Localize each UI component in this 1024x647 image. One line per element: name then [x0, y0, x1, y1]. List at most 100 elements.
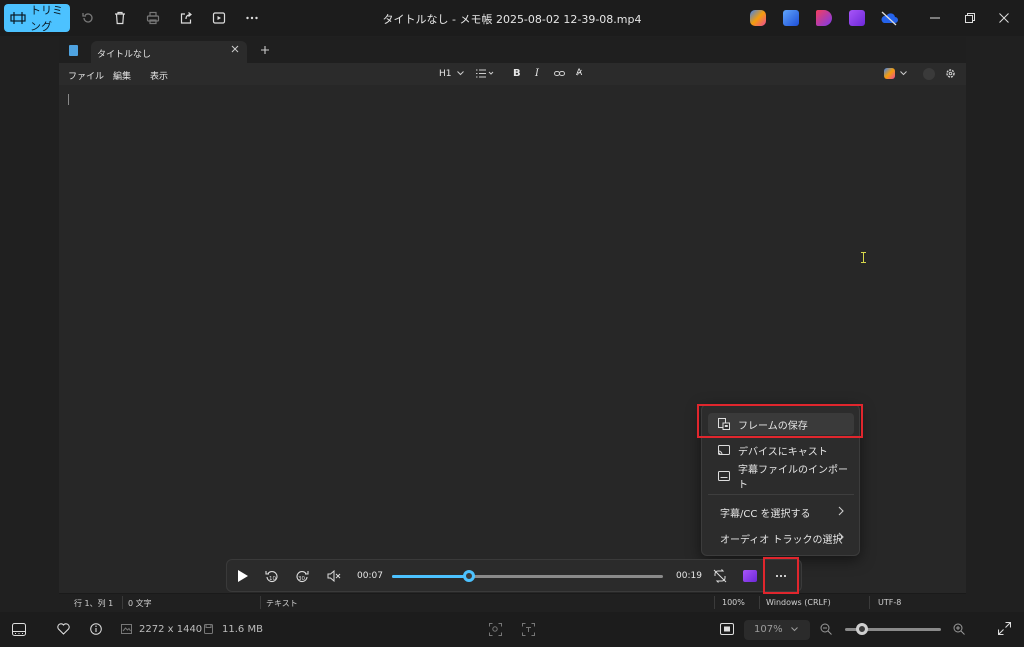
- chevron-right-icon: [838, 532, 844, 542]
- resolution-icon: [121, 624, 132, 634]
- menu-item-select-subtitles[interactable]: 字幕/CC を選択する: [708, 501, 854, 523]
- chevron-down-icon: [791, 627, 798, 632]
- bold-icon[interactable]: B: [513, 68, 521, 79]
- onedrive-icon[interactable]: [880, 10, 898, 26]
- copilot-app-icon[interactable]: [750, 10, 766, 26]
- notepad-tab-title: タイトルなし: [97, 50, 152, 60]
- favorite-icon[interactable]: [57, 623, 70, 635]
- tab-close-icon[interactable]: [231, 45, 239, 53]
- print-icon[interactable]: [142, 7, 164, 29]
- menu-view[interactable]: 表示: [150, 69, 168, 82]
- list-icon[interactable]: [476, 69, 494, 78]
- italic-icon[interactable]: I: [535, 68, 539, 79]
- link-icon[interactable]: [554, 69, 565, 78]
- chevron-right-icon: [838, 506, 844, 516]
- notepad-tab[interactable]: タイトルなし: [91, 41, 247, 63]
- restore-icon[interactable]: [961, 9, 979, 27]
- full-screen-icon[interactable]: [998, 622, 1011, 635]
- fit-to-window-icon[interactable]: [720, 623, 734, 635]
- close-icon[interactable]: [995, 9, 1013, 27]
- menu-item-label: オーディオ トラックの選択: [720, 534, 843, 546]
- clear-formatting-icon[interactable]: A̷: [576, 68, 582, 78]
- status-divider: [714, 596, 715, 609]
- new-tab-icon[interactable]: [260, 45, 270, 55]
- total-time: 00:19: [676, 571, 702, 581]
- seek-bar-thumb[interactable]: [463, 570, 476, 582]
- notepad-status-bar: 行 1、列 1 0 文字 テキスト 100% Windows (CRLF) UT…: [59, 593, 966, 611]
- status-encoding: UTF-8: [878, 598, 902, 607]
- mute-icon[interactable]: [327, 570, 341, 582]
- repeat-off-icon[interactable]: [713, 569, 727, 583]
- notepad-menu-bar: ファイル 編集 表示 H1 B I A̷: [59, 63, 966, 85]
- highlight-box-more-options: [763, 557, 799, 594]
- delete-icon[interactable]: [109, 7, 131, 29]
- menu-item-cast-to-device[interactable]: デバイスにキャスト: [708, 439, 854, 461]
- zoom-slider-thumb[interactable]: [856, 623, 869, 635]
- notepad-tab-bar: タイトルなし: [59, 37, 966, 63]
- subtitle-icon: [718, 471, 730, 481]
- playback-controls: 10 30 00:07 00:19: [226, 559, 802, 592]
- clipchamp-video-icon[interactable]: [849, 10, 865, 26]
- notepad-app-icon: [69, 45, 78, 56]
- current-time: 00:07: [357, 571, 383, 581]
- status-mode: テキスト: [266, 599, 298, 608]
- account-icon[interactable]: [923, 68, 935, 80]
- chevron-down-icon: [457, 71, 465, 76]
- menu-item-label: 字幕ファイルのインポート: [738, 465, 848, 491]
- status-divider: [260, 596, 261, 609]
- menu-item-import-subtitles[interactable]: 字幕ファイルのインポート: [708, 465, 854, 491]
- svg-text:10: 10: [269, 576, 276, 582]
- copilot-icon[interactable]: [884, 68, 895, 79]
- trim-button[interactable]: トリミング: [4, 4, 70, 33]
- zoom-level: 107%: [754, 624, 783, 635]
- status-zoom: 100%: [722, 598, 745, 607]
- designer-app-icon[interactable]: [783, 10, 799, 26]
- zoom-out-icon[interactable]: [820, 623, 832, 635]
- minimize-icon[interactable]: [926, 9, 944, 27]
- play-icon[interactable]: [237, 569, 249, 583]
- menu-file[interactable]: ファイル: [68, 69, 104, 82]
- settings-icon[interactable]: [945, 68, 956, 79]
- trim-label: トリミング: [30, 4, 63, 33]
- menu-item-select-audio-track[interactable]: オーディオ トラックの選択: [708, 527, 854, 549]
- file-size: 11.6 MB: [222, 624, 263, 635]
- text-detect-icon[interactable]: [522, 623, 535, 636]
- chevron-down-icon[interactable]: [900, 71, 907, 76]
- clipchamp-edit-icon[interactable]: [743, 570, 757, 582]
- status-divider: [759, 596, 760, 609]
- status-divider: [869, 596, 870, 609]
- menu-edit[interactable]: 編集: [113, 69, 131, 82]
- image-dimensions: 2272 x 1440: [139, 624, 203, 635]
- menu-item-label: デバイスにキャスト: [738, 446, 828, 458]
- info-icon[interactable]: [90, 623, 102, 635]
- status-line-ending: Windows (CRLF): [766, 598, 831, 607]
- forward-30-icon[interactable]: 30: [295, 569, 309, 583]
- filmstrip-icon[interactable]: [12, 623, 26, 636]
- slideshow-icon[interactable]: [208, 7, 230, 29]
- highlight-box-save-frame: [697, 404, 863, 438]
- clipchamp-app-icon[interactable]: [816, 10, 832, 26]
- seek-bar-progress: [392, 575, 470, 578]
- menu-item-label: 字幕/CC を選択する: [720, 508, 811, 520]
- file-size-icon: [204, 624, 213, 634]
- zoom-slider[interactable]: [845, 623, 941, 635]
- heading-label: H1: [439, 69, 452, 79]
- heading-dropdown[interactable]: H1: [439, 69, 465, 79]
- mouse-cursor-icon: [860, 252, 867, 263]
- rewind-10-icon[interactable]: 10: [265, 569, 279, 583]
- bottom-bar: 2272 x 1440 11.6 MB 107%: [0, 612, 1024, 647]
- app-top-bar: トリミング タイトルなし - メモ帳 2025-08-02 12-39-08.m…: [0, 0, 1024, 36]
- share-icon[interactable]: [175, 7, 197, 29]
- visual-search-icon[interactable]: [489, 623, 502, 636]
- seek-bar[interactable]: [392, 570, 663, 582]
- zoom-in-icon[interactable]: [953, 623, 965, 635]
- more-options-icon[interactable]: [241, 7, 263, 29]
- cast-icon: [718, 444, 730, 456]
- status-char-count: 0 文字: [128, 599, 152, 608]
- text-caret: [68, 94, 69, 105]
- rotate-icon[interactable]: [77, 7, 99, 29]
- zoom-level-select[interactable]: 107%: [744, 620, 810, 640]
- menu-divider: [708, 494, 854, 495]
- trim-icon: [10, 11, 26, 25]
- status-divider: [122, 596, 123, 609]
